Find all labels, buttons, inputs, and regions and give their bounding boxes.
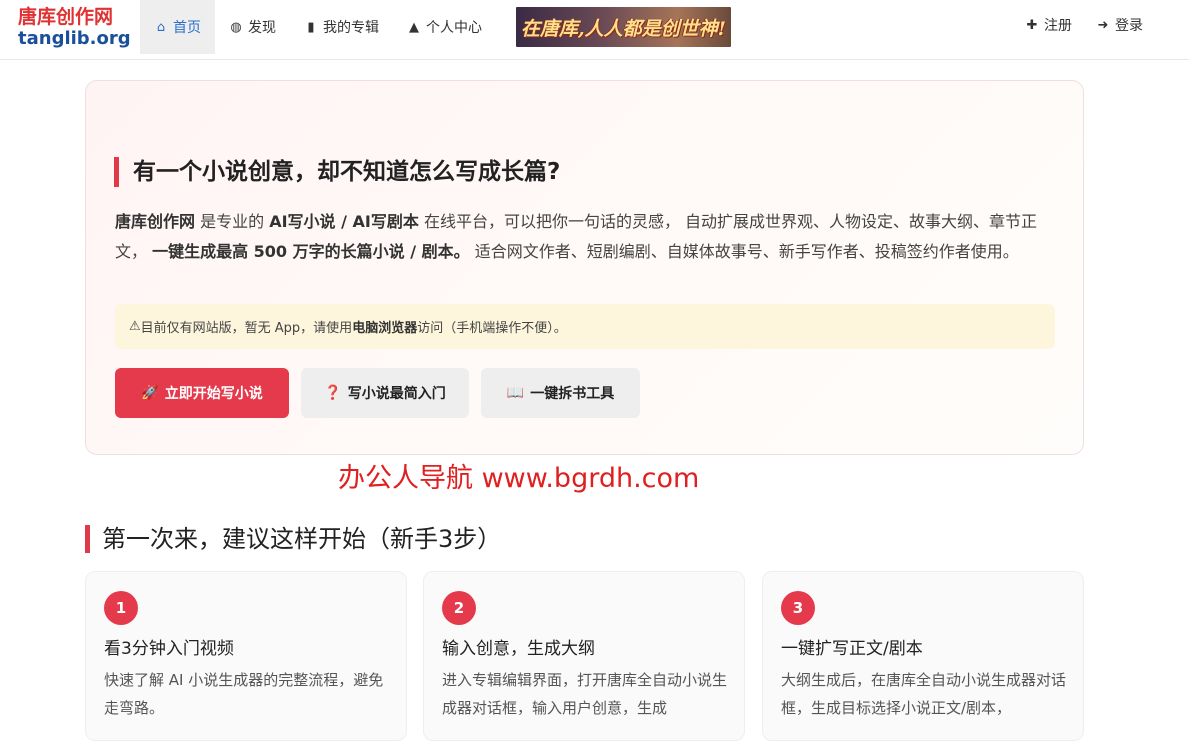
brand-name: 唐库创作网 xyxy=(115,212,196,231)
start-writing-button[interactable]: 🚀 立即开始写小说 xyxy=(115,368,289,418)
desc-text: 适合网文作者、短剧编剧、自媒体故事号、新手写作者、投稿签约作者使用。 xyxy=(469,242,1019,261)
watermark-text: 办公人导航 www.bgrdh.com xyxy=(338,463,700,494)
register-label: 注册 xyxy=(1044,18,1072,34)
step-title: 输入创意，生成大纲 xyxy=(442,639,595,659)
slogan-banner[interactable]: 在唐库,人人都是创世神! xyxy=(516,7,731,47)
nav-item-discover[interactable]: ◍ 发现 xyxy=(215,0,290,54)
top-navbar: 唐库创作网 tanglib.org ⌂ 首页 ◍ 发现 ▮ 我的专辑 ▲ 个人中… xyxy=(0,0,1189,60)
step-card[interactable]: 2 输入创意，生成大纲 进入专辑编辑界面，打开唐库全自动小说生成器对话框，输入用… xyxy=(423,571,745,741)
beginner-guide-button[interactable]: ❓ 写小说最简入门 xyxy=(301,368,469,418)
nav-item-label: 发现 xyxy=(248,20,276,36)
main-nav: ⌂ 首页 ◍ 发现 ▮ 我的专辑 ▲ 个人中心 xyxy=(140,0,496,54)
nav-item-label: 首页 xyxy=(173,20,201,36)
step-title: 看3分钟入门视频 xyxy=(104,639,234,659)
sign-in-icon: ➜ xyxy=(1097,17,1109,33)
desc-highlight: 一键生成最高 500 万字的长篇小说 / 剧本。 xyxy=(152,242,470,261)
hero-buttons: 🚀 立即开始写小说 ❓ 写小说最简入门 📖 一键拆书工具 xyxy=(115,368,640,418)
compass-icon: ◍ xyxy=(230,19,242,35)
notice-text: 目前仅有网站版，暂无 App，请使用 xyxy=(140,321,353,336)
nav-item-my-albums[interactable]: ▮ 我的专辑 xyxy=(290,0,393,54)
browser-notice: ⚠ 目前仅有网站版，暂无 App，请使用 电脑浏览器 访问（手机端操作不便）。 xyxy=(115,304,1055,349)
button-label: 一键拆书工具 xyxy=(530,386,615,402)
step-card[interactable]: 1 看3分钟入门视频 快速了解 AI 小说生成器的完整流程，避免走弯路。 xyxy=(85,571,407,741)
book-breakdown-button[interactable]: 📖 一键拆书工具 xyxy=(481,368,640,418)
step-description: 大纲生成后，在唐库全自动小说生成器对话框，生成目标选择小说正文/剧本， xyxy=(781,671,1067,717)
question-icon: ❓ xyxy=(324,385,342,401)
login-link[interactable]: ➜ 登录 xyxy=(1084,0,1155,50)
step-number-badge: 3 xyxy=(781,591,815,625)
open-book-icon: 📖 xyxy=(506,385,525,401)
step-card[interactable]: 3 一键扩写正文/剧本 大纲生成后，在唐库全自动小说生成器对话框，生成目标选择小… xyxy=(762,571,1084,741)
banner-text: 在唐库,人人都是创世神! xyxy=(521,17,726,40)
rocket-icon: 🚀 xyxy=(141,385,159,401)
nav-item-label: 个人中心 xyxy=(426,20,482,36)
nav-item-label: 我的专辑 xyxy=(323,20,379,36)
notice-highlight: 电脑浏览器 xyxy=(352,321,418,336)
nav-item-home[interactable]: ⌂ 首页 xyxy=(140,0,215,54)
logo-domain-text: tanglib.org xyxy=(18,28,131,49)
desc-text: 是专业的 xyxy=(195,212,270,231)
hero-description: 唐库创作网 是专业的 AI写小说 / AI写剧本 在线平台，可以把你一句话的灵感… xyxy=(115,207,1059,267)
step-description: 快速了解 AI 小说生成器的完整流程，避免走弯路。 xyxy=(104,671,384,717)
step-number-badge: 2 xyxy=(442,591,476,625)
desc-highlight: AI写小说 / AI写剧本 xyxy=(269,212,419,231)
login-label: 登录 xyxy=(1115,18,1143,34)
home-icon: ⌂ xyxy=(156,19,166,35)
step-title: 一键扩写正文/剧本 xyxy=(781,639,923,659)
button-label: 写小说最简入门 xyxy=(347,386,446,402)
register-link[interactable]: ✚ 注册 xyxy=(1013,0,1084,50)
book-icon: ▮ xyxy=(307,19,315,35)
site-logo[interactable]: 唐库创作网 tanglib.org xyxy=(18,5,131,49)
button-label: 立即开始写小说 xyxy=(164,386,263,402)
notice-text: 访问（手机端操作不便）。 xyxy=(417,321,567,336)
step-description: 进入专辑编辑界面，打开唐库全自动小说生成器对话框，输入用户创意，生成 xyxy=(442,671,728,717)
user-icon: ▲ xyxy=(409,19,419,35)
warning-icon: ⚠ xyxy=(129,319,141,334)
logo-chinese-text: 唐库创作网 xyxy=(18,6,114,28)
nav-item-profile[interactable]: ▲ 个人中心 xyxy=(393,0,496,54)
hero-title: 有一个小说创意，却不知道怎么写成长篇? xyxy=(114,157,560,187)
user-plus-icon: ✚ xyxy=(1026,17,1038,33)
steps-section-title: 第一次来，建议这样开始（新手3步） xyxy=(85,525,501,553)
hero-card: 有一个小说创意，却不知道怎么写成长篇? 唐库创作网 是专业的 AI写小说 / A… xyxy=(85,80,1084,455)
auth-nav: ✚ 注册 ➜ 登录 xyxy=(1013,0,1155,50)
step-number-badge: 1 xyxy=(104,591,138,625)
